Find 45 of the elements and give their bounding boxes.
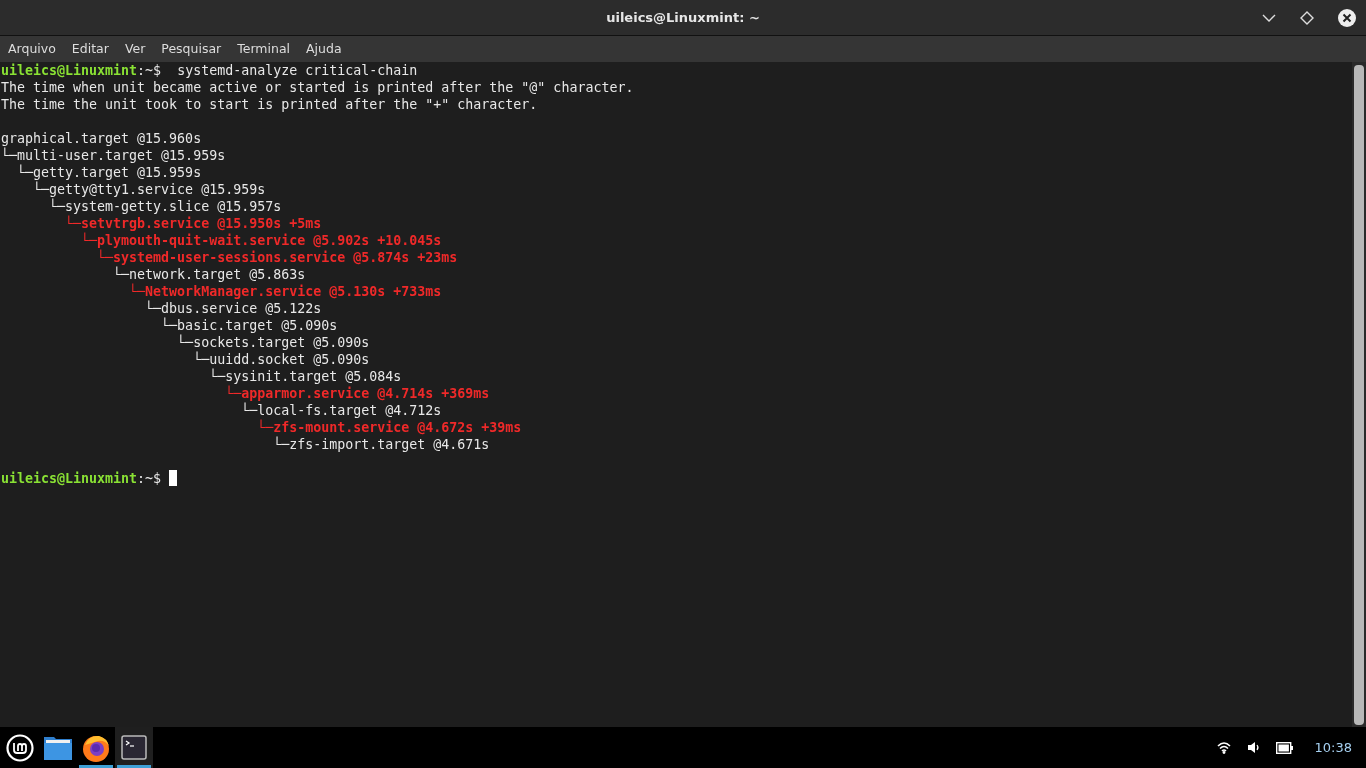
highlighted-output-line: └─systemd-user-sessions.service @5.874s +23ms bbox=[96, 250, 458, 265]
highlighted-output-line: └─NetworkManager.service @5.130s +733ms bbox=[128, 284, 442, 299]
folder-icon bbox=[43, 734, 73, 761]
wifi-icon[interactable] bbox=[1216, 741, 1231, 754]
clock[interactable]: 10:38 bbox=[1308, 737, 1366, 758]
highlighted-output-line: └─apparmor.service @4.714s +369ms bbox=[224, 386, 490, 401]
output-line: └─sockets.target @5.090s bbox=[176, 335, 370, 350]
taskbar-app-button[interactable] bbox=[115, 727, 153, 768]
command-text: systemd-analyze critical-chain bbox=[177, 63, 418, 78]
menu-item[interactable]: Pesquisar bbox=[153, 39, 230, 59]
output-line: The time when unit became active or started is printed after the "@" character. bbox=[1, 80, 634, 95]
output-line: └─zfs-import.target @4.671s bbox=[272, 437, 490, 452]
menu-item[interactable]: Editar bbox=[63, 39, 117, 59]
maximize-icon[interactable] bbox=[1300, 11, 1314, 25]
prompt-path: :~$ bbox=[137, 471, 162, 486]
output-line: graphical.target @15.960s bbox=[1, 131, 202, 146]
highlighted-output-line: └─zfs-mount.service @4.672s +39ms bbox=[256, 420, 522, 435]
volume-icon[interactable] bbox=[1246, 741, 1260, 754]
menu-item[interactable]: Terminal bbox=[229, 39, 299, 59]
battery-icon[interactable] bbox=[1275, 741, 1293, 754]
output-line: └─uuidd.socket @5.090s bbox=[192, 352, 370, 367]
menu-logo-icon bbox=[6, 733, 34, 762]
output-line: └─getty@tty1.service @15.959s bbox=[32, 182, 266, 197]
window-title: uileics@Linuxmint: ~ bbox=[606, 8, 760, 27]
menu-item[interactable]: Arquivo bbox=[0, 39, 64, 59]
highlighted-output-line: └─setvtrgb.service @15.950s +5ms bbox=[64, 216, 322, 231]
terminal-icon bbox=[121, 734, 147, 761]
output-line: └─network.target @5.863s bbox=[112, 267, 306, 282]
output-line: └─dbus.service @5.122s bbox=[144, 301, 322, 316]
output-line: └─getty.target @15.959s bbox=[16, 165, 202, 180]
output-line: The time the unit took to start is printed after the "+" character. bbox=[1, 97, 538, 112]
output-line: └─multi-user.target @15.959s bbox=[1, 148, 226, 163]
highlighted-output-line: └─plymouth-quit-wait.service @5.902s +10.045s bbox=[80, 233, 442, 248]
menu-item[interactable]: Ver bbox=[116, 39, 154, 59]
scrollbar[interactable] bbox=[1352, 62, 1366, 727]
user-host-prompt: uileics@Linuxmint bbox=[1, 63, 138, 78]
minimize-icon[interactable] bbox=[1262, 14, 1276, 22]
output-line: └─system-getty.slice @15.957s bbox=[48, 199, 282, 214]
user-host-prompt: uileics@Linuxmint bbox=[1, 471, 138, 486]
output-line: └─local-fs.target @4.712s bbox=[240, 403, 442, 418]
prompt-path: :~$ bbox=[137, 63, 162, 78]
output-line: └─sysinit.target @5.084s bbox=[208, 369, 402, 384]
menu-item[interactable]: Ajuda bbox=[298, 39, 350, 59]
close-icon[interactable] bbox=[1338, 9, 1356, 27]
output-line: └─basic.target @5.090s bbox=[160, 318, 338, 333]
